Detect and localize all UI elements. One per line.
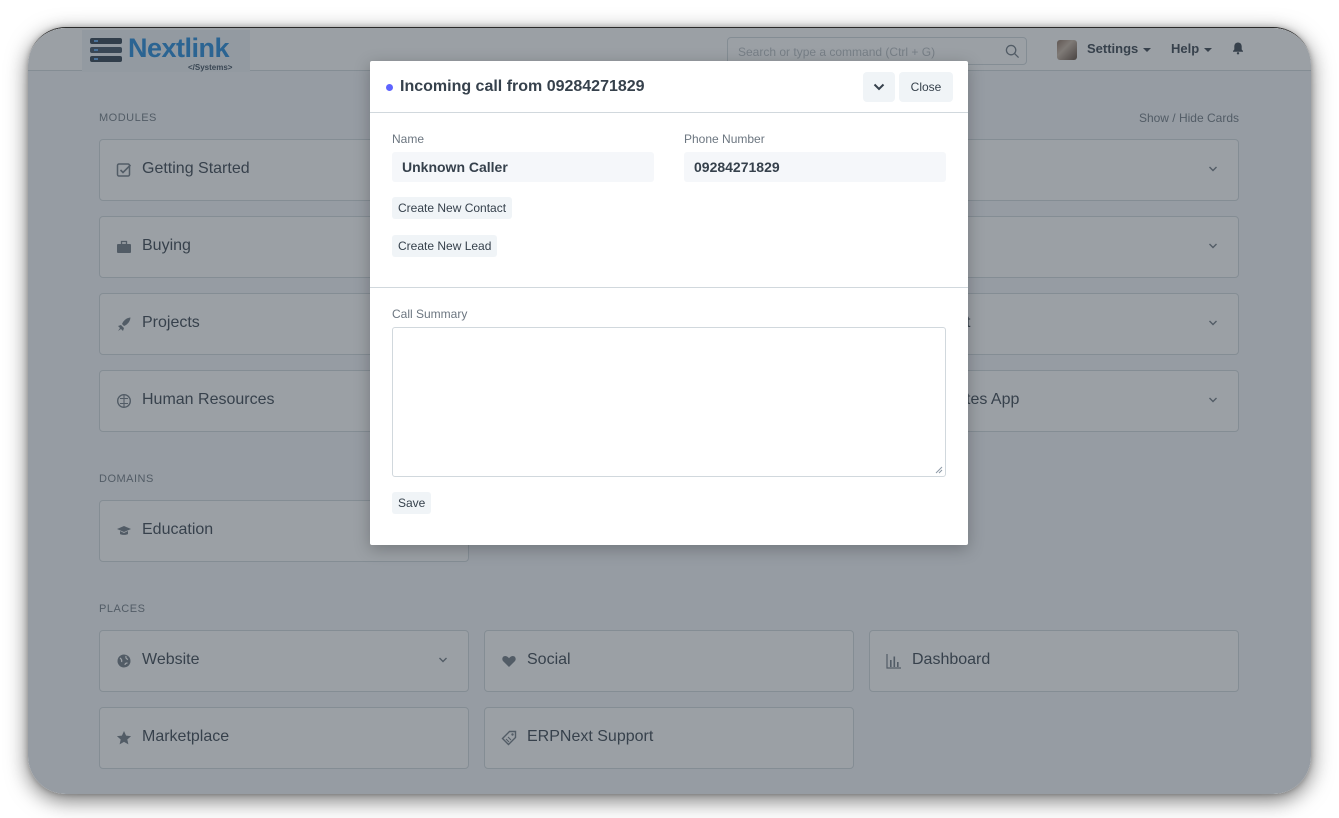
modal-title: Incoming call from 09284271829 <box>400 78 645 95</box>
close-button[interactable]: Close <box>899 72 953 102</box>
phone-field: 09284271829 <box>684 152 946 182</box>
modal-header: Incoming call from 09284271829 Close <box>370 61 968 113</box>
call-summary-label: Call Summary <box>392 307 468 321</box>
create-new-contact-button[interactable]: Create New Contact <box>392 197 513 219</box>
browser-window: Nextlink </Systems> Search or type a com… <box>28 27 1311 794</box>
name-field-label: Name <box>392 132 425 146</box>
phone-field-label: Phone Number <box>684 132 765 146</box>
chevron-down-icon <box>873 83 885 91</box>
create-new-lead-button[interactable]: Create New Lead <box>392 235 498 257</box>
desk-page: Nextlink </Systems> Search or type a com… <box>28 28 1311 794</box>
status-indicator-dot <box>386 84 393 91</box>
minimize-dialog-button[interactable] <box>863 72 895 102</box>
name-field: Unknown Caller <box>392 152 654 182</box>
call-summary-textarea[interactable] <box>392 327 946 477</box>
save-button[interactable]: Save <box>392 492 432 514</box>
section-divider <box>370 287 968 288</box>
incoming-call-dialog: Incoming call from 09284271829 Close Nam… <box>370 61 968 545</box>
resize-handle-icon[interactable] <box>935 466 943 474</box>
